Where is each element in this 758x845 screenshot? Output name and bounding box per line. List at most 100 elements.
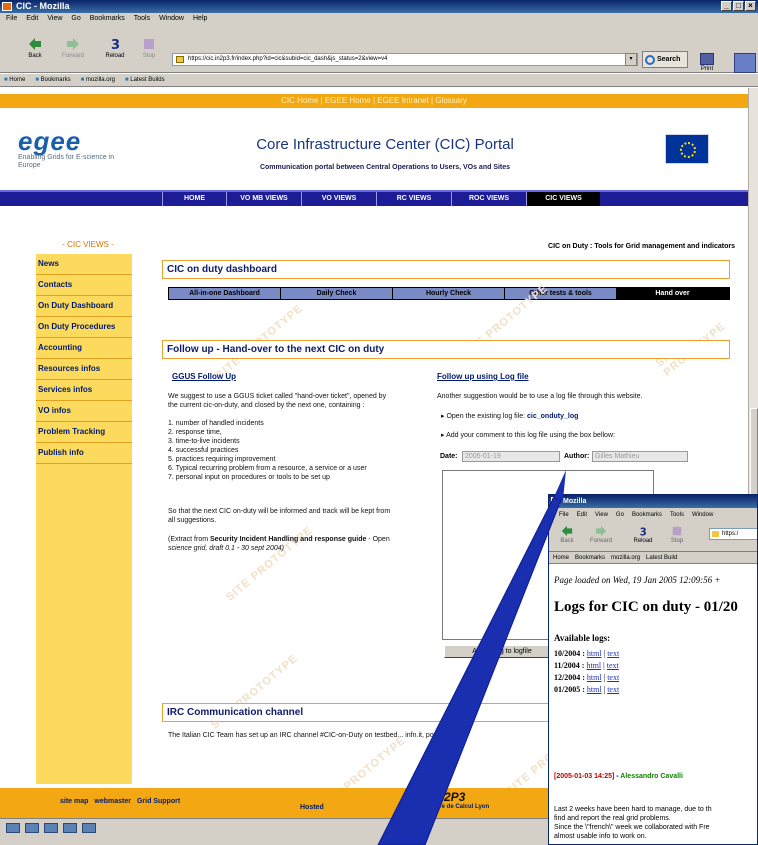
minimize-button[interactable]: _	[721, 1, 732, 11]
maximize-button[interactable]: □	[733, 1, 744, 11]
menu-bookmarks[interactable]: Bookmarks	[90, 13, 125, 25]
window-controls: _ □ ×	[721, 1, 756, 11]
egee-logo-text: egee	[18, 126, 82, 156]
popup-title-bar: Mozilla	[549, 495, 757, 508]
nav-cic-views[interactable]: CIC VIEWS	[526, 192, 600, 206]
top-links[interactable]: CIC Home | EGEE Home | EGEE Intranet | G…	[0, 94, 748, 108]
nav-vo-views[interactable]: VO VIEWS	[301, 192, 376, 206]
popup-back-button[interactable]: Back	[553, 525, 581, 544]
sidebar-item-contacts[interactable]: Contacts	[36, 275, 132, 296]
chat-icon[interactable]	[82, 823, 96, 833]
log-row: 10/2004 : html | text	[554, 649, 620, 658]
bookmark-bookmarks[interactable]: Bookmarks	[35, 74, 71, 86]
url-dropdown-button[interactable]: ▾	[625, 53, 637, 66]
sidebar-item-on-duty-procedures[interactable]: On Duty Procedures	[36, 317, 132, 338]
popup-bookmark-bookmarks[interactable]: Bookmarks	[575, 552, 605, 563]
sidebar-item-news[interactable]: News	[36, 254, 132, 275]
nav-roc-views[interactable]: ROC VIEWS	[451, 192, 526, 206]
cic-onduty-log-link[interactable]: cic_onduty_log	[527, 413, 578, 420]
sidebar-item-on-duty-dashboard[interactable]: On Duty Dashboard	[36, 296, 132, 317]
tab-all-in-one-dashboard[interactable]: All-in-one Dashboard	[169, 288, 281, 299]
stop-icon	[672, 526, 682, 536]
menu-go[interactable]: Go	[71, 13, 80, 25]
menu-view[interactable]: View	[47, 13, 62, 25]
tab-other-tests-tools[interactable]: Other tests & tools	[505, 288, 617, 299]
log-html-link[interactable]: html	[587, 685, 602, 694]
mail-icon[interactable]	[25, 823, 39, 833]
log-html-link[interactable]: html	[587, 649, 602, 658]
menu-help[interactable]: Help	[193, 13, 207, 25]
egee-logo[interactable]: egee Enabling Grids for E-science in Eur…	[18, 128, 128, 170]
stop-button[interactable]: Stop	[134, 37, 164, 59]
popup-menu-view[interactable]: View	[595, 508, 608, 522]
popup-menu-bookmarks[interactable]: Bookmarks	[632, 508, 662, 522]
ggus-item: 4. successful practices	[168, 447, 239, 454]
nav-rc-views[interactable]: RC VIEWS	[376, 192, 451, 206]
footer-webmaster-link[interactable]: webmaster	[94, 798, 131, 805]
ggus-extract-1: (Extract from Security Incident Handling…	[168, 536, 390, 543]
log-text-link[interactable]: text	[607, 649, 619, 658]
back-button[interactable]: Back	[20, 37, 50, 59]
reload-button[interactable]: 3 Reload	[100, 37, 130, 59]
menu-edit[interactable]: Edit	[26, 13, 38, 25]
search-button[interactable]: Search	[642, 51, 688, 68]
address-book-icon[interactable]	[63, 823, 77, 833]
popup-forward-button[interactable]: Forward	[587, 525, 615, 544]
popup-menu-tools[interactable]: Tools	[670, 508, 684, 522]
ggus-intro-2: the current cic-on-duty, and closed by t…	[168, 402, 365, 409]
popup-menu-file[interactable]: File	[559, 508, 569, 522]
log-text-link[interactable]: text	[607, 661, 619, 670]
tab-daily-check[interactable]: Daily Check	[281, 288, 393, 299]
popup-menu-go[interactable]: Go	[616, 508, 624, 522]
sidebar-item-publish-info[interactable]: Publish info	[36, 443, 132, 464]
sidebar-item-accounting[interactable]: Accounting	[36, 338, 132, 359]
navigator-icon[interactable]	[6, 823, 20, 833]
tab-hourly-check[interactable]: Hourly Check	[393, 288, 505, 299]
sidebar-item-services-infos[interactable]: Services infos	[36, 380, 132, 401]
watermark-text: SITE PROTOTYPE	[654, 297, 744, 378]
popup-reload-button[interactable]: 3 Reload	[629, 525, 657, 544]
tab-hand-over[interactable]: Hand over	[617, 288, 729, 299]
date-field[interactable]: 2005-01-19	[462, 451, 560, 462]
available-logs-label: Available logs:	[554, 633, 611, 643]
forward-button[interactable]: Forward	[58, 37, 88, 59]
forward-arrow-icon	[595, 525, 607, 537]
print-button[interactable]: Print	[694, 53, 720, 72]
search-icon	[645, 55, 655, 65]
popup-menu-window[interactable]: Window	[692, 508, 713, 522]
menu-window[interactable]: Window	[159, 13, 184, 25]
author-field[interactable]: Gilles Mathieu	[592, 451, 688, 462]
menu-file[interactable]: File	[6, 13, 17, 25]
log-html-link[interactable]: html	[586, 661, 601, 670]
add-log-button[interactable]: Add ... log to logfile	[444, 645, 560, 658]
close-button[interactable]: ×	[745, 1, 756, 11]
popup-bookmark-mozilla-org[interactable]: mozilla.org	[611, 552, 640, 563]
log-text-link[interactable]: text	[607, 673, 619, 682]
bookmark-mozilla-org[interactable]: mozilla.org	[81, 74, 115, 86]
popup-url-field[interactable]: https:/	[709, 528, 757, 540]
window-title-bar: CIC - Mozilla _ □ ×	[0, 0, 758, 13]
popup-bookmark-home[interactable]: Home	[553, 552, 569, 563]
bookmark-home[interactable]: Home	[4, 74, 25, 86]
log-text-link[interactable]: text	[607, 685, 619, 694]
log-entry-header: [2005-01-03 14:25] - Alessandro Cavalli	[554, 773, 683, 780]
logfile-heading[interactable]: Follow up using Log file	[437, 372, 529, 381]
sidebar-item-problem-tracking[interactable]: Problem Tracking	[36, 422, 132, 443]
url-field[interactable]: https://cic.in2p3.fr/index.php?id=cic&su…	[172, 53, 638, 66]
nav-vo-mb-views[interactable]: VO MB VIEWS	[226, 192, 301, 206]
popup-stop-button[interactable]: Stop	[663, 525, 691, 544]
composer-icon[interactable]	[44, 823, 58, 833]
popup-bookmark-latest-build[interactable]: Latest Build	[646, 552, 677, 563]
sidebar-item-resources-infos[interactable]: Resources infos	[36, 359, 132, 380]
footer-grid-support-link[interactable]: Grid Support	[137, 798, 180, 805]
popup-menu-edit[interactable]: Edit	[577, 508, 587, 522]
bookmark-latest-builds[interactable]: Latest Builds	[125, 74, 164, 86]
nav-home[interactable]: HOME	[162, 192, 226, 206]
log-html-link[interactable]: html	[587, 673, 602, 682]
footer-site-map-link[interactable]: site map	[60, 798, 88, 805]
menu-tools[interactable]: Tools	[134, 13, 150, 25]
followup-title: Follow up - Hand-over to the next CIC on…	[162, 340, 730, 359]
menu-bar: File Edit View Go Bookmarks Tools Window…	[0, 13, 758, 25]
ggus-heading[interactable]: GGUS Follow Up	[172, 372, 236, 381]
sidebar-item-vo-infos[interactable]: VO infos	[36, 401, 132, 422]
